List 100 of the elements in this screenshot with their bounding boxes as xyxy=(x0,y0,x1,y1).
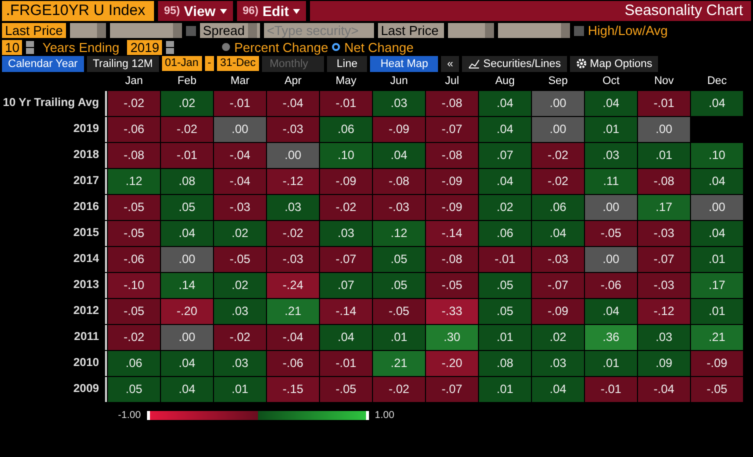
column-header: Aug xyxy=(494,74,516,88)
view-tab[interactable]: Heat Map xyxy=(370,56,438,72)
end-date-field[interactable]: 31-Dec xyxy=(217,56,259,71)
heatmap-cell: .03 xyxy=(267,195,319,220)
radio-option[interactable]: Percent Change xyxy=(222,40,328,54)
heatmap-cell: .01 xyxy=(638,143,690,168)
heatmap-cell: -.08 xyxy=(426,91,478,116)
heatmap-cell: -.09 xyxy=(426,169,478,194)
heatmap-cell: .30 xyxy=(426,325,478,350)
map-options-button[interactable]: Map Options xyxy=(570,56,658,72)
checkbox-label: High/Low/Avg xyxy=(588,23,668,38)
dropdown[interactable] xyxy=(498,23,570,38)
heatmap-cell: -.10 xyxy=(108,273,160,298)
heatmap-cell: -.05 xyxy=(320,377,372,402)
years-field[interactable]: 10 xyxy=(2,40,22,54)
menu-button[interactable]: 96) Edit xyxy=(236,1,306,21)
column-header: Nov xyxy=(653,74,675,88)
heatmap-cell: -.05 xyxy=(108,221,160,246)
column-header: Dec xyxy=(706,74,728,88)
heatmap-cell: -.07 xyxy=(320,247,372,272)
year-field[interactable]: 2019 xyxy=(127,40,162,54)
checkbox[interactable] xyxy=(574,26,584,36)
collapse-button[interactable]: « xyxy=(441,56,460,72)
heatmap-cell: -.04 xyxy=(214,169,266,194)
view-tab[interactable]: Line xyxy=(326,56,368,72)
heatmap-cell: -.03 xyxy=(532,247,584,272)
heatmap-cell: .01 xyxy=(585,117,637,142)
heatmap-cell: .01 xyxy=(373,325,425,350)
spinner-icon[interactable] xyxy=(166,40,174,54)
column-header: May xyxy=(334,74,358,88)
heatmap-cell: -.08 xyxy=(426,247,478,272)
heatmap-cell: .09 xyxy=(638,351,690,376)
radio-option[interactable]: Net Change xyxy=(332,40,414,54)
heatmap-cell: .04 xyxy=(691,91,743,116)
heatmap-cell: -.02 xyxy=(108,325,160,350)
heatmap-cell: -.03 xyxy=(373,195,425,220)
heatmap-cell: .10 xyxy=(691,143,743,168)
heatmap-cell: -.01 xyxy=(479,247,531,272)
heatmap-cell: .10 xyxy=(320,143,372,168)
heatmap-cell: -.20 xyxy=(426,351,478,376)
heatmap-cell: -.05 xyxy=(214,247,266,272)
heatmap-cell: .00 xyxy=(214,117,266,142)
heatmap-cell: .00 xyxy=(532,117,584,142)
heatmap-cell: -.02 xyxy=(373,377,425,402)
heatmap-cell: .01 xyxy=(691,247,743,272)
heatmap-cell: -.08 xyxy=(108,143,160,168)
heatmap-cell: .03 xyxy=(320,221,372,246)
period-tab[interactable]: Calendar Year xyxy=(2,56,84,72)
spread-dropdown[interactable]: Spread xyxy=(200,23,260,38)
security-field[interactable]: .FRGE10YR U Index xyxy=(2,1,154,21)
heatmap-cell: .06 xyxy=(532,195,584,220)
checkbox[interactable] xyxy=(186,26,196,36)
heatmap-cell: .21 xyxy=(691,325,743,350)
column-header: Jan xyxy=(124,74,144,88)
heatmap-cell: .00 xyxy=(585,195,637,220)
heatmap-cell: -.09 xyxy=(532,299,584,324)
spinner-icon[interactable] xyxy=(26,40,34,54)
heatmap-cell: .02 xyxy=(161,91,213,116)
start-date-field[interactable]: 01-Jan xyxy=(162,56,202,71)
heatmap-cell: .01 xyxy=(479,377,531,402)
period-tab[interactable]: Trailing 12M xyxy=(86,56,159,72)
field-select[interactable]: Last Price xyxy=(378,23,444,38)
securities-button[interactable]: Securities/Lines xyxy=(462,56,567,72)
heatmap-cell: -.12 xyxy=(267,169,319,194)
settings-icon xyxy=(576,58,587,69)
heatmap-cell: -.33 xyxy=(426,299,478,324)
heatmap-cell: .21 xyxy=(267,299,319,324)
field-select[interactable]: Last Price xyxy=(2,23,66,38)
dropdown[interactable] xyxy=(70,23,106,38)
heatmap-cell: -.20 xyxy=(161,299,213,324)
heatmap-cell: -.06 xyxy=(267,351,319,376)
heatmap-cell: .01 xyxy=(691,299,743,324)
heatmap-cell: .06 xyxy=(320,117,372,142)
heatmap-cell: -.02 xyxy=(108,91,160,116)
column-header: Sep xyxy=(547,74,569,88)
dropdown[interactable] xyxy=(448,23,494,38)
heatmap-cell: .05 xyxy=(479,273,531,298)
heatmap-cell: -.05 xyxy=(426,273,478,298)
heatmap-cell: .04 xyxy=(320,325,372,350)
heatmap-cell: .02 xyxy=(532,325,584,350)
heatmap-cell: -.02 xyxy=(267,221,319,246)
heatmap-cell: .01 xyxy=(214,377,266,402)
heatmap-cell: .00 xyxy=(161,325,213,350)
heatmap-cell: .02 xyxy=(214,221,266,246)
heatmap-cell: .04 xyxy=(479,169,531,194)
heatmap-cell: .03 xyxy=(214,299,266,324)
heatmap-cell: -.02 xyxy=(320,195,372,220)
heatmap-cell: -.14 xyxy=(426,221,478,246)
heatmap-cell: .00 xyxy=(638,117,690,142)
heatmap-cell: .06 xyxy=(479,221,531,246)
heatmap-cell: -.02 xyxy=(532,143,584,168)
heatmap-cell: .05 xyxy=(479,299,531,324)
heatmap-cell: .05 xyxy=(373,273,425,298)
heatmap-cell: .00 xyxy=(585,247,637,272)
heatmap-cell: -.01 xyxy=(585,377,637,402)
menu-button[interactable]: 95) View xyxy=(158,1,233,21)
heatmap-cell: -.24 xyxy=(267,273,319,298)
legend-max: 1.00 xyxy=(374,410,394,421)
heatmap-cell: -.03 xyxy=(638,221,690,246)
heatmap-cell: -.01 xyxy=(214,91,266,116)
